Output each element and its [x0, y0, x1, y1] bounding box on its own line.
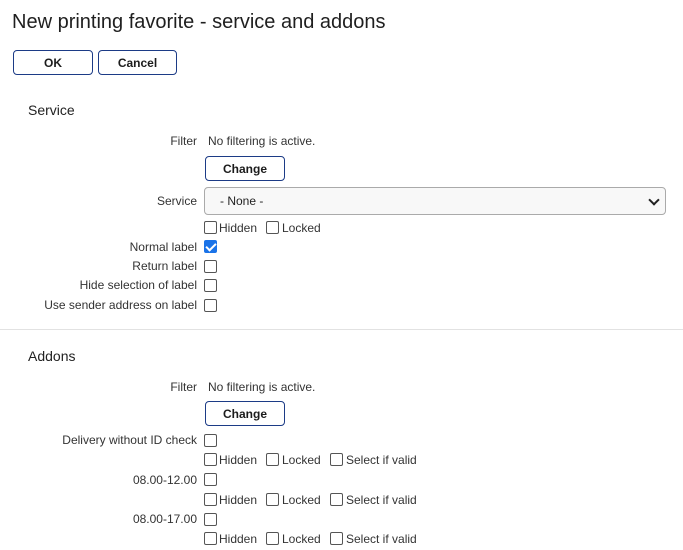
service-filter-change-button[interactable]: Change	[205, 156, 285, 181]
addon-0800-1200-locked-label: Locked	[282, 493, 321, 507]
addons-section-title: Addons	[28, 348, 76, 364]
service-section-title: Service	[28, 102, 75, 118]
service-hidden-checkbox[interactable]	[204, 221, 217, 234]
addon-0800-1700-hidden-checkbox[interactable]	[204, 532, 217, 545]
section-divider	[0, 329, 683, 330]
addons-filter-label: Filter	[170, 380, 197, 394]
chevron-down-icon	[648, 194, 660, 206]
service-locked-checkbox[interactable]	[266, 221, 279, 234]
return-label-checkbox[interactable]	[204, 260, 217, 273]
addon-delivery-hidden-label: Hidden	[219, 453, 258, 467]
addon-0800-1200-hidden-label: Hidden	[219, 493, 258, 507]
addon-delivery-select-if-valid-checkbox[interactable]	[330, 453, 343, 466]
addon-delivery-checkbox[interactable]	[204, 434, 217, 447]
service-select-value: - None -	[220, 194, 264, 208]
sender-address-label: Use sender address on label	[44, 298, 197, 312]
service-select[interactable]: - None -	[204, 187, 666, 215]
normal-label-checkbox[interactable]	[204, 240, 217, 253]
addon-0800-1200-label: 08.00-12.00	[132, 473, 197, 487]
addon-0800-1700-checkbox[interactable]	[204, 513, 217, 526]
ok-button[interactable]: OK	[13, 50, 93, 75]
addon-0800-1200-locked-checkbox[interactable]	[266, 493, 279, 506]
addon-0800-1200-checkbox[interactable]	[204, 473, 217, 486]
addon-delivery-locked-label: Locked	[282, 453, 321, 467]
addons-filter-value: No filtering is active.	[208, 380, 316, 394]
service-hidden-label: Hidden	[219, 221, 258, 235]
service-select-label: Service	[156, 194, 197, 208]
normal-label-label: Normal label	[129, 240, 197, 254]
addon-0800-1200-select-if-valid-label: Select if valid	[346, 493, 417, 507]
addon-0800-1200-hidden-checkbox[interactable]	[204, 493, 217, 506]
service-locked-label: Locked	[282, 221, 321, 235]
service-filter-label: Filter	[170, 134, 197, 148]
addon-0800-1700-locked-label: Locked	[282, 532, 321, 546]
addon-0800-1700-hidden-label: Hidden	[219, 532, 258, 546]
cancel-button[interactable]: Cancel	[98, 50, 177, 75]
addon-0800-1700-label: 08.00-17.00	[132, 512, 197, 526]
addon-delivery-locked-checkbox[interactable]	[266, 453, 279, 466]
service-filter-value: No filtering is active.	[208, 134, 316, 148]
hide-selection-label: Hide selection of label	[79, 278, 197, 292]
addon-delivery-label: Delivery without ID check	[62, 433, 197, 447]
return-label-label: Return label	[132, 259, 197, 273]
page-title: New printing favorite - service and addo…	[12, 11, 386, 33]
hide-selection-checkbox[interactable]	[204, 279, 217, 292]
addon-delivery-hidden-checkbox[interactable]	[204, 453, 217, 466]
addon-0800-1200-select-if-valid-checkbox[interactable]	[330, 493, 343, 506]
sender-address-checkbox[interactable]	[204, 299, 217, 312]
addon-0800-1700-select-if-valid-label: Select if valid	[346, 532, 417, 546]
addon-delivery-select-if-valid-label: Select if valid	[346, 453, 417, 467]
addon-0800-1700-locked-checkbox[interactable]	[266, 532, 279, 545]
addon-0800-1700-select-if-valid-checkbox[interactable]	[330, 532, 343, 545]
addons-filter-change-button[interactable]: Change	[205, 401, 285, 426]
